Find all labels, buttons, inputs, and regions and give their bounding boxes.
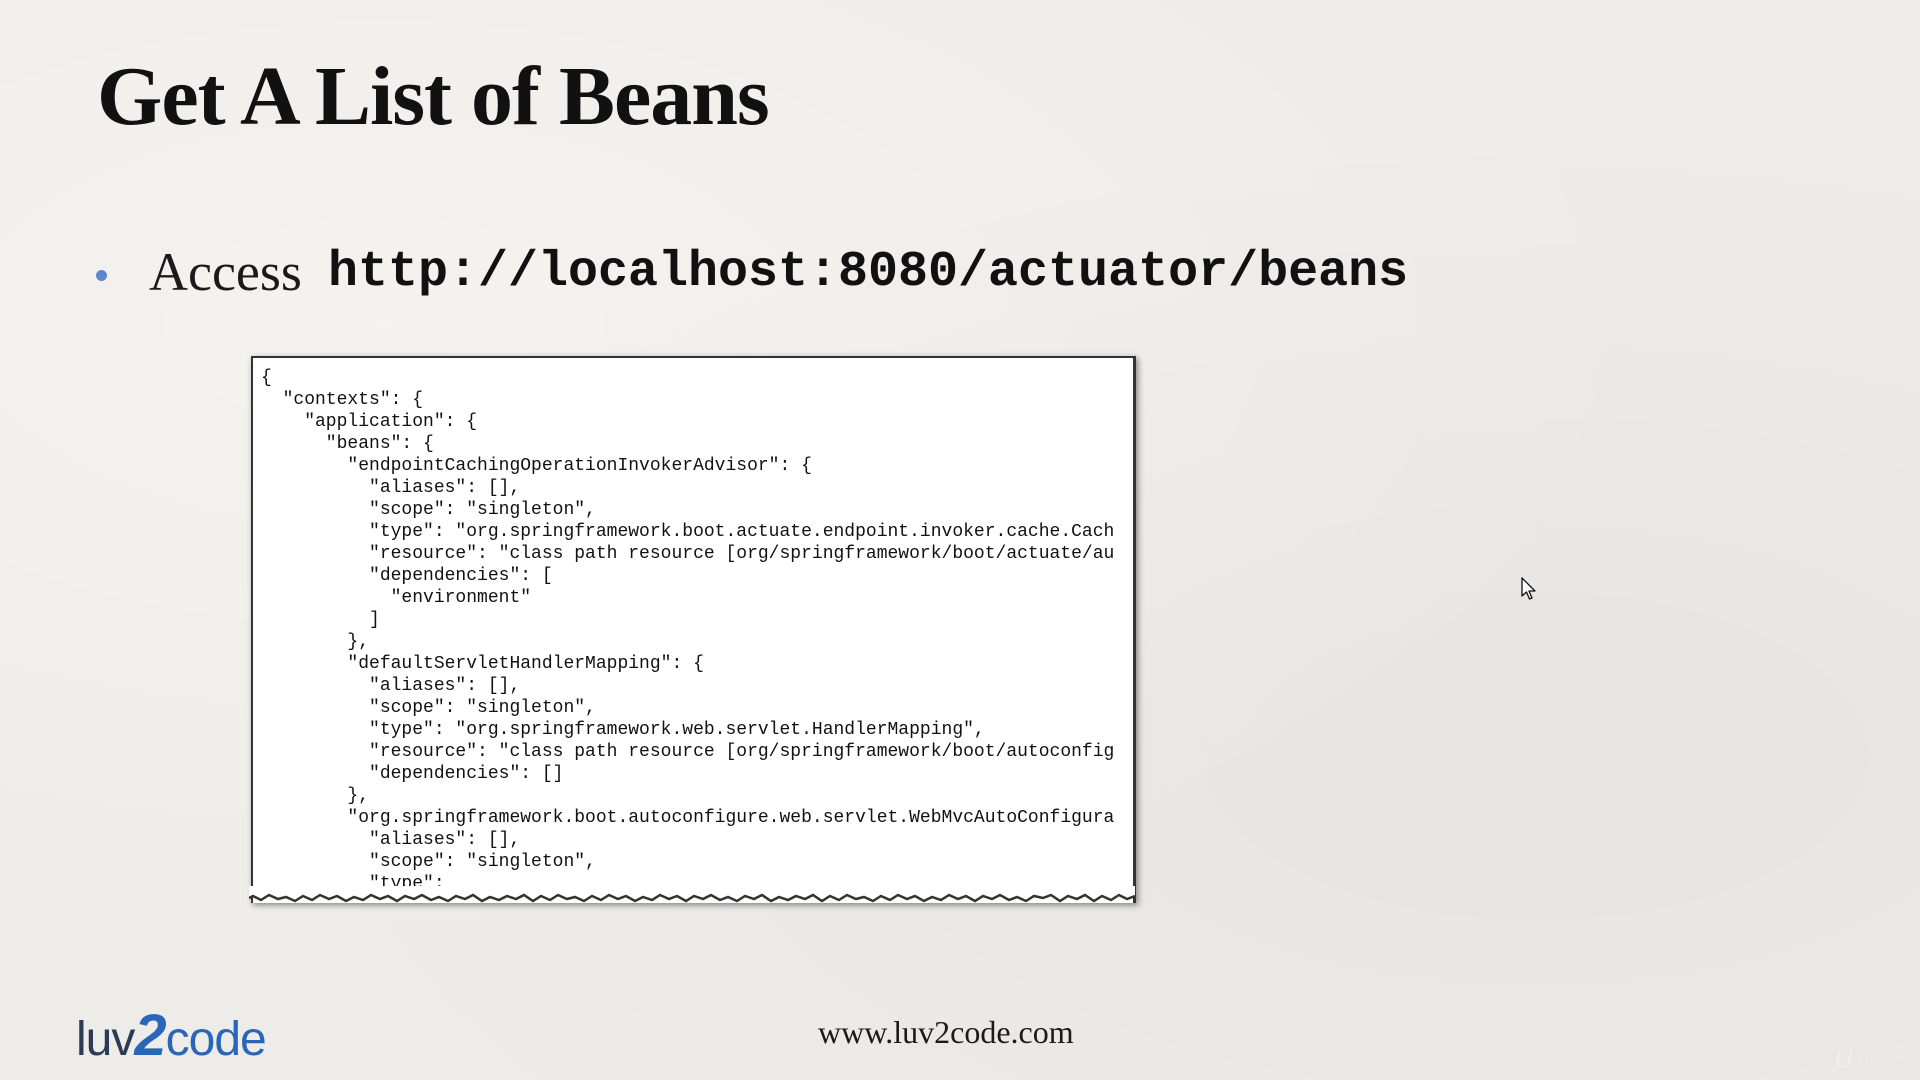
json-code-line: "scope": "singleton", <box>261 500 596 520</box>
json-code-line: { <box>261 368 272 388</box>
luv2code-logo: luv2code <box>76 1002 267 1069</box>
json-code-line: "aliases": [], <box>261 830 521 850</box>
json-code-line: "endpointCachingOperationInvokerAdvisor"… <box>261 456 812 476</box>
json-code-line: "application": { <box>261 412 478 432</box>
json-code-line: "dependencies": [] <box>261 764 564 784</box>
actuator-beans-url: http://localhost:8080/actuator/beans <box>327 243 1409 301</box>
json-code-line: "resource": "class path resource [org/sp… <box>261 742 1115 762</box>
json-code-block: { "contexts": { "application": { "beans"… <box>261 367 1114 895</box>
slide: Get A List of Beans Access http://localh… <box>0 0 1920 1080</box>
json-code-line: ] <box>261 610 380 630</box>
json-code-line: "resource": "class path resource [org/sp… <box>261 544 1115 564</box>
json-code-line: "aliases": [], <box>261 676 521 696</box>
slide-title: Get A List of Beans <box>97 50 770 143</box>
bullet-item: Access http://localhost:8080/actuator/be… <box>96 232 1408 312</box>
logo-text-2: 2 <box>134 1003 166 1068</box>
json-code-line: "environment" <box>261 588 532 608</box>
footer-website: www.luv2code.com <box>818 1014 1074 1050</box>
json-code-line: }, <box>261 786 370 806</box>
json-code-line: "contexts": { <box>261 390 424 410</box>
bullet-text: Access <box>149 242 302 302</box>
udemy-logo-icon: U <box>1834 1044 1853 1074</box>
json-code-line: }, <box>261 632 370 652</box>
json-output-panel: { "contexts": { "application": { "beans"… <box>251 356 1136 903</box>
json-code-line: "type": "org.springframework.boot.actuat… <box>261 522 1115 542</box>
logo-text-code: code <box>165 1013 267 1066</box>
json-code-line: "scope": "singleton", <box>261 698 596 718</box>
json-code-line: "aliases": [], <box>261 478 521 498</box>
udemy-watermark: U Udemy <box>1834 1044 1911 1075</box>
logo-text-luv: luv <box>76 1013 135 1066</box>
udemy-watermark-text: Udemy <box>1856 1053 1911 1072</box>
mouse-pointer-icon <box>1521 577 1536 600</box>
json-code-line: "scope": "singleton", <box>261 852 596 872</box>
json-code-line: "defaultServletHandlerMapping": { <box>261 654 704 674</box>
json-code-line: "type": "org.springframework.web.servlet… <box>261 720 985 740</box>
json-code-line: "org.springframework.boot.autoconfigure.… <box>261 808 1115 828</box>
torn-edge <box>249 886 1135 903</box>
json-code-line: "beans": { <box>261 434 434 454</box>
json-code-line: "dependencies": [ <box>261 566 553 586</box>
bullet-dot-icon <box>96 269 107 281</box>
